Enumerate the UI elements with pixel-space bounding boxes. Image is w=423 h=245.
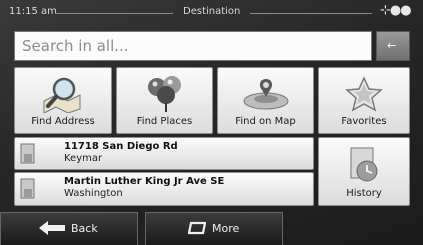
search-input[interactable]: Search in all... <box>14 31 372 61</box>
find-places-label: Find Places <box>136 116 193 127</box>
clock: 11:15 am <box>9 6 57 17</box>
recent-city: Keymar <box>64 153 103 164</box>
recent-destination-icon <box>20 143 35 164</box>
find-address-button[interactable]: Find Address <box>14 67 112 134</box>
history-icon <box>350 147 378 182</box>
back-button[interactable]: Back <box>0 212 138 245</box>
map-pointer-icon <box>243 79 288 110</box>
find-address-label: Find Address <box>31 116 95 127</box>
status-divider <box>250 13 372 14</box>
more-label: More <box>212 222 240 235</box>
pins-icon <box>147 76 181 112</box>
recent-destination-icon <box>20 178 35 199</box>
favorites-button[interactable]: Favorites <box>318 67 410 134</box>
destination-screen: 11:15 am Destination ⊹●● Search in all..… <box>0 0 423 245</box>
back-arrow-icon <box>39 221 65 239</box>
recent-city: Washington <box>64 188 123 199</box>
star-icon <box>345 76 383 112</box>
recent-address: 11718 San Diego Rd <box>64 141 178 152</box>
more-button[interactable]: More <box>145 212 283 245</box>
find-places-button[interactable]: Find Places <box>116 67 213 134</box>
find-on-map-button[interactable]: Find on Map <box>217 67 314 134</box>
status-bar: 11:15 am Destination ⊹●● <box>0 0 423 26</box>
magnifier-map-icon <box>43 77 81 113</box>
status-divider <box>55 13 173 14</box>
search-placeholder: Search in all... <box>22 37 129 55</box>
back-label: Back <box>71 222 98 235</box>
history-label: History <box>346 188 382 199</box>
find-on-map-label: Find on Map <box>235 116 296 127</box>
recent-destination-item[interactable]: Martin Luther King Jr Ave SE Washington <box>14 172 314 206</box>
more-icon <box>187 221 207 239</box>
arrow-left-icon: ← <box>387 39 397 52</box>
favorites-label: Favorites <box>341 116 387 127</box>
recent-address: Martin Luther King Jr Ave SE <box>64 176 225 187</box>
satellite-icon: ⊹●● <box>380 3 412 18</box>
backspace-button[interactable]: ← <box>376 31 410 61</box>
recent-destination-item[interactable]: 11718 San Diego Rd Keymar <box>14 137 314 170</box>
history-button[interactable]: History <box>318 137 410 206</box>
screen-title: Destination <box>183 6 241 17</box>
